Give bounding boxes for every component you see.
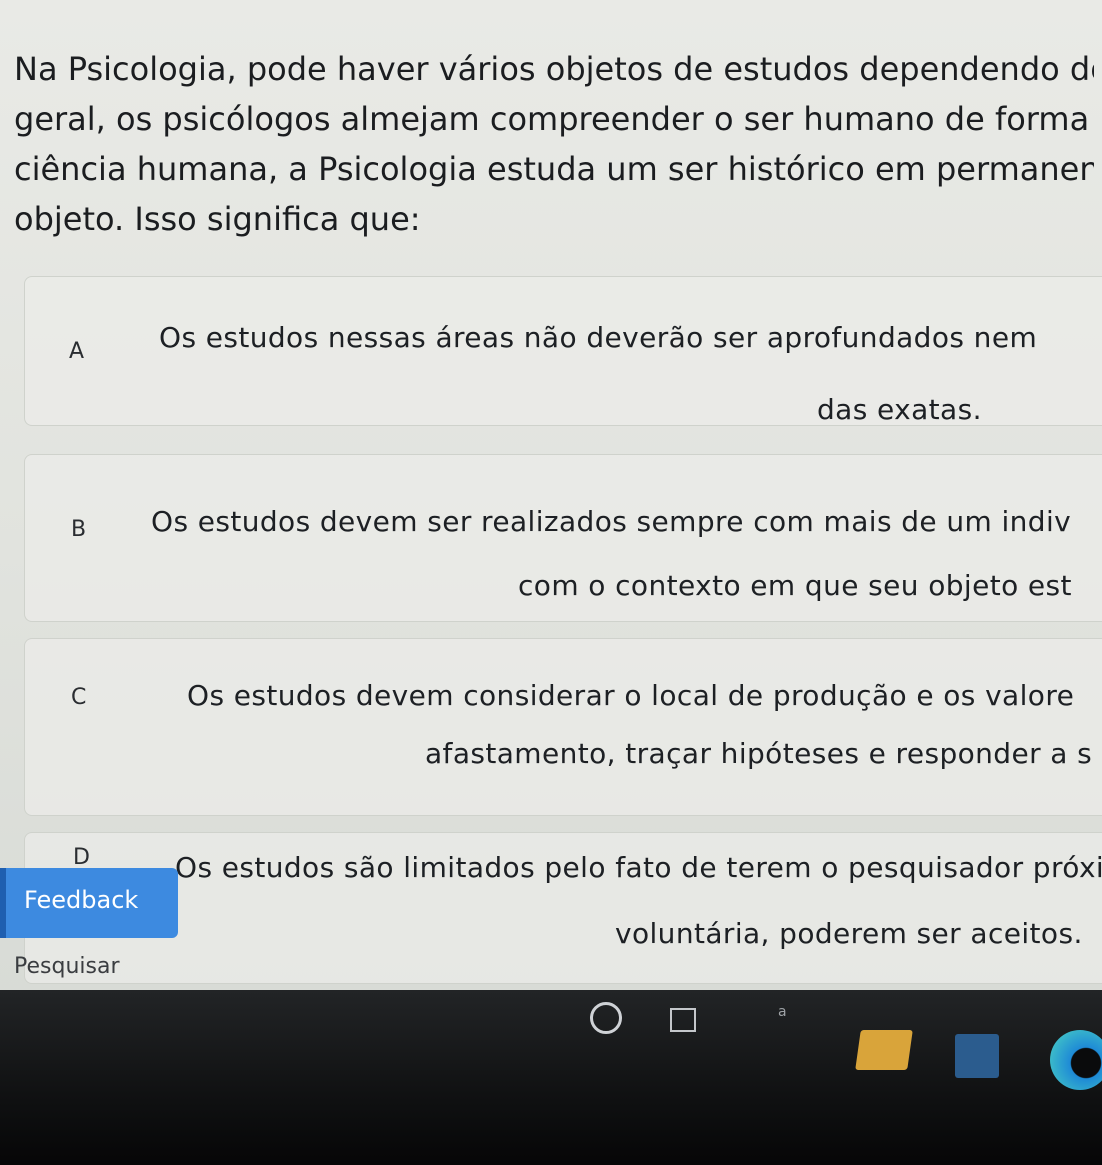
question-line: objeto. Isso significa que:	[14, 200, 421, 238]
option-text-line: com o contexto em que seu objeto est	[518, 569, 1072, 602]
option-text-line: das exatas.	[817, 393, 982, 426]
option-b[interactable]: B Os estudos devem ser realizados sempre…	[24, 454, 1102, 622]
option-letter: C	[71, 685, 87, 710]
option-text-line: Os estudos devem considerar o local de p…	[187, 679, 1075, 712]
option-c[interactable]: C Os estudos devem considerar o local de…	[24, 638, 1102, 816]
feedback-button[interactable]: Feedback	[0, 868, 178, 938]
option-d[interactable]: D Os estudos são limitados pelo fato de …	[24, 832, 1102, 984]
option-letter: A	[69, 339, 85, 364]
widget-icon[interactable]: a	[778, 1004, 787, 1020]
option-a[interactable]: A Os estudos nessas áreas não deverão se…	[24, 276, 1102, 426]
task-view-icon[interactable]	[670, 1008, 696, 1032]
option-text-line: afastamento, traçar hipóteses e responde…	[425, 737, 1093, 770]
option-text-line: Os estudos são limitados pelo fato de te…	[175, 851, 1102, 884]
option-letter: B	[71, 517, 87, 542]
option-letter: D	[73, 845, 90, 870]
taskbar: a	[0, 990, 1102, 1165]
question-text: Na Psicologia, pode haver vários objetos…	[14, 44, 1094, 244]
file-explorer-icon[interactable]	[855, 1030, 913, 1070]
option-text-line: Os estudos devem ser realizados sempre c…	[151, 505, 1072, 538]
question-line: ciência humana, a Psicologia estuda um s…	[14, 150, 1094, 188]
search-label[interactable]: Pesquisar	[14, 954, 120, 979]
option-text-line: voluntária, poderem ser aceitos.	[615, 917, 1083, 950]
question-line: geral, os psicólogos almejam compreender…	[14, 100, 1094, 138]
question-line: Na Psicologia, pode haver vários objetos…	[14, 50, 1094, 88]
option-text-line: Os estudos nessas áreas não deverão ser …	[159, 321, 1038, 354]
search-ring-icon[interactable]	[590, 1002, 622, 1034]
edge-icon[interactable]	[1050, 1030, 1102, 1090]
store-icon[interactable]	[955, 1034, 999, 1078]
browser-page: Na Psicologia, pode haver vários objetos…	[0, 0, 1102, 1000]
